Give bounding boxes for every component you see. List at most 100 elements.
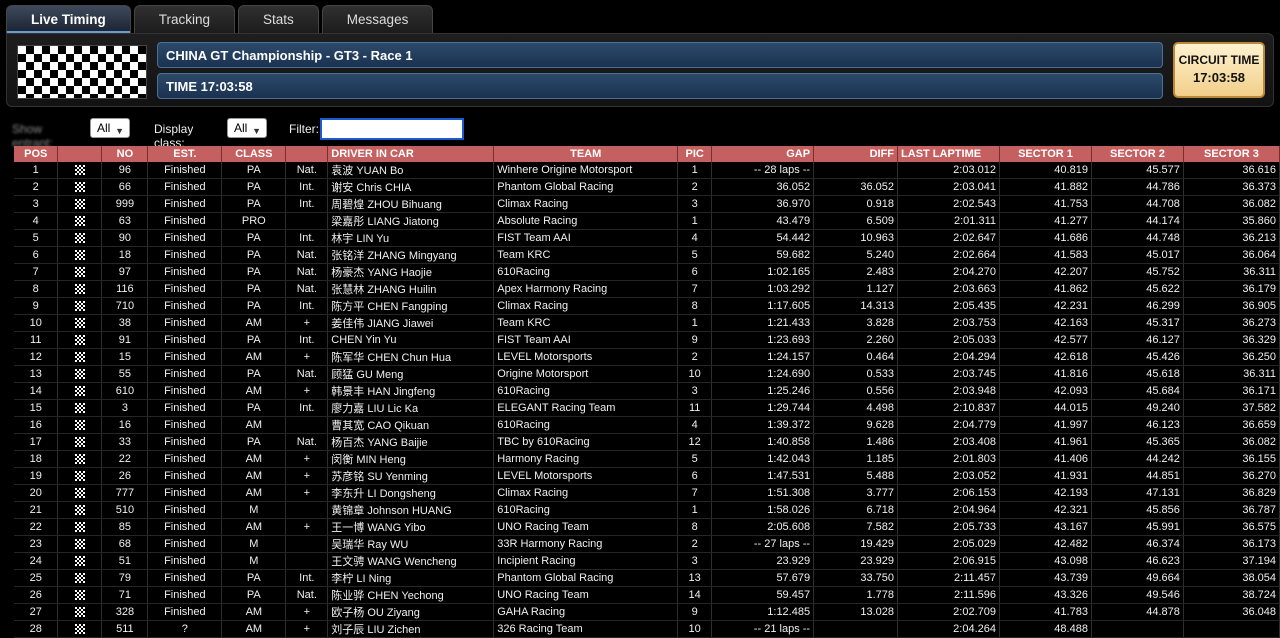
table-row[interactable]: 5 90 Finished PA Int. 林宇 LIN Yu FIST Team AAI 4… xyxy=(14,229,1280,247)
table-row[interactable]: 7 97 Finished PA Nat. 杨豪杰 YANG Haojie 610Racin… xyxy=(14,263,1280,281)
table-row[interactable]: 22 85 Finished AM + 王一博 WANG Yibo UNO Racing T… xyxy=(14,518,1280,536)
pic-cell: 14 xyxy=(677,586,713,604)
table-row[interactable]: 3 999 Finished PA Int. 周碧煌 ZHOU Bihuang Climax… xyxy=(14,195,1280,213)
car-number-cell: 97 xyxy=(101,263,149,281)
last-laptime-cell: 2:05.029 xyxy=(897,535,1000,553)
sector3-cell: 36.213 xyxy=(1183,229,1280,247)
table-row[interactable]: 11 91 Finished PA Int. CHEN Yin Yu FIST Team A… xyxy=(14,331,1280,349)
position-cell: 22 xyxy=(14,518,59,536)
column-header[interactable]: DRIVER IN CAR xyxy=(327,146,495,162)
filter-input[interactable] xyxy=(320,118,464,140)
tab-tracking[interactable]: Tracking xyxy=(133,5,236,33)
pic-cell: 2 xyxy=(677,535,713,553)
column-header[interactable]: TEAM xyxy=(493,146,679,162)
status-cell: Finished xyxy=(147,535,223,553)
table-row[interactable]: 4 63 Finished PRO 梁嘉彤 LIANG Jiatong Absolute … xyxy=(14,212,1280,230)
table-row[interactable]: 19 26 Finished AM + 苏彦铭 SU Yenming LEVEL Motor… xyxy=(14,467,1280,485)
position-cell: 27 xyxy=(14,603,59,621)
table-row[interactable]: 26 71 Finished PA Nat. 陈业骅 CHEN Yechong UNO Ra… xyxy=(14,586,1280,604)
circuit-time-label: CIRCUIT TIME xyxy=(1178,53,1260,67)
sector2-cell: 49.664 xyxy=(1091,569,1184,587)
car-number-cell: 116 xyxy=(101,280,149,298)
sector2-cell: 44.786 xyxy=(1091,178,1184,196)
display-class-select[interactable]: All ▼ xyxy=(227,118,267,138)
tab-live-timing[interactable]: Live Timing xyxy=(6,5,131,33)
last-laptime-cell: 2:01.803 xyxy=(897,450,1000,468)
driver-cell: 周碧煌 ZHOU Bihuang xyxy=(327,195,495,213)
position-cell: 14 xyxy=(14,382,59,400)
nationality-cell: Nat. xyxy=(285,586,329,604)
last-laptime-cell: 2:10.837 xyxy=(897,399,1000,417)
session-title: CHINA GT Championship - GT3 - Race 1 xyxy=(157,42,1163,68)
table-row[interactable]: 20 777 Finished AM + 李东升 LI Dongsheng Climax R… xyxy=(14,484,1280,502)
diff-cell: 33.750 xyxy=(813,569,899,587)
sector1-cell: 42.193 xyxy=(999,484,1092,502)
table-row[interactable]: 14 610 Finished AM + 韩景丰 HAN Jingfeng 610Racin… xyxy=(14,382,1280,400)
driver-cell: CHEN Yin Yu xyxy=(327,331,495,349)
table-row[interactable]: 18 22 Finished AM + 闵衡 MIN Heng Harmony Racing… xyxy=(14,450,1280,468)
last-laptime-cell: 2:04.964 xyxy=(897,501,1000,519)
car-number-cell: 511 xyxy=(101,620,149,638)
column-header[interactable]: DIFF xyxy=(813,146,899,162)
table-row[interactable]: 10 38 Finished AM + 姜佳伟 JIANG Jiawei Team KRC 1… xyxy=(14,314,1280,332)
sector1-cell: 44.015 xyxy=(999,399,1092,417)
table-row[interactable]: 25 79 Finished PA Int. 李柠 LI Ning Phantom Glob… xyxy=(14,569,1280,587)
gap-cell: 1:39.372 xyxy=(711,416,815,434)
nationality-cell: Int. xyxy=(285,399,329,417)
table-row[interactable]: 15 3 Finished PA Int. 廖力嘉 LIU Lic Ka ELEGANT R… xyxy=(14,399,1280,417)
column-header[interactable]: EST. xyxy=(147,146,223,162)
column-header[interactable] xyxy=(57,146,103,162)
column-header[interactable]: NO xyxy=(101,146,149,162)
table-row[interactable]: 8 116 Finished PA Nat. 张慧林 ZHANG Huilin Apex H… xyxy=(14,280,1280,298)
table-row[interactable]: 16 16 Finished AM 曹其宽 CAO Qikuan 610Racing 4 1:… xyxy=(14,416,1280,434)
column-header[interactable] xyxy=(285,146,329,162)
diff-cell: 6.718 xyxy=(813,501,899,519)
column-header[interactable]: CLASS xyxy=(221,146,287,162)
gap-cell: 1:24.690 xyxy=(711,365,815,383)
status-cell: Finished xyxy=(147,450,223,468)
sector3-cell xyxy=(1183,620,1280,638)
class-cell: PA xyxy=(221,229,287,247)
table-row[interactable]: 6 18 Finished PA Nat. 张铭洋 ZHANG Mingyang Team … xyxy=(14,246,1280,264)
column-header[interactable]: GAP xyxy=(711,146,815,162)
pic-cell: 8 xyxy=(677,518,713,536)
table-row[interactable]: 24 51 Finished M 王文骋 WANG Wencheng Incipient … xyxy=(14,552,1280,570)
status-cell: Finished xyxy=(147,297,223,315)
last-laptime-cell: 2:04.270 xyxy=(897,263,1000,281)
driver-cell: 张铭洋 ZHANG Mingyang xyxy=(327,246,495,264)
table-row[interactable]: 1 96 Finished PA Nat. 袁波 YUAN Bo Winhere Origi… xyxy=(14,162,1280,179)
table-row[interactable]: 28 511? AM + 刘子辰 LIU Zichen 326 Racing Team 10… xyxy=(14,620,1280,638)
tab-stats[interactable]: Stats xyxy=(238,5,319,33)
table-row[interactable]: 21 510 Finished M 黄锦章 Johnson HUANG 610Racing… xyxy=(14,501,1280,519)
position-cell: 19 xyxy=(14,467,59,485)
column-header[interactable]: SECTOR 3 xyxy=(1183,146,1280,162)
column-header[interactable]: SECTOR 1 xyxy=(999,146,1092,162)
table-row[interactable]: 12 15 Finished AM + 陈军华 CHEN Chun Hua LEVEL Mo… xyxy=(14,348,1280,366)
sector1-cell: 43.739 xyxy=(999,569,1092,587)
table-row[interactable]: 2 66 Finished PA Int. 谢安 Chris CHIA Phantom Gl… xyxy=(14,178,1280,196)
class-cell: PA xyxy=(221,280,287,298)
sector2-cell: 46.623 xyxy=(1091,552,1184,570)
column-header[interactable]: SECTOR 2 xyxy=(1091,146,1184,162)
column-header[interactable]: LAST LAPTIME xyxy=(897,146,1000,162)
pic-cell: 1 xyxy=(677,162,713,179)
table-row[interactable]: 17 33 Finished PA Nat. 杨百杰 YANG Baijie TBC by … xyxy=(14,433,1280,451)
status-cell: Finished xyxy=(147,501,223,519)
team-cell: 33R Harmony Racing xyxy=(493,535,679,553)
pic-cell: 11 xyxy=(677,399,713,417)
pic-cell: 1 xyxy=(677,314,713,332)
column-header[interactable]: POS xyxy=(14,146,59,162)
table-row[interactable]: 27 328 Finished AM + 欧子杨 OU Ziyang GAHA Racing… xyxy=(14,603,1280,621)
pic-cell: 4 xyxy=(677,416,713,434)
table-row[interactable]: 13 55 Finished PA Nat. 顾猛 GU Meng Origine Moto… xyxy=(14,365,1280,383)
show-entrant-select[interactable]: All ▼ xyxy=(90,118,130,138)
nationality-cell: Int. xyxy=(285,297,329,315)
position-cell: 7 xyxy=(14,263,59,281)
tab-messages[interactable]: Messages xyxy=(321,5,434,33)
table-row[interactable]: 23 68 Finished M 吴瑞华 Ray WU 33R Harmony Racin… xyxy=(14,535,1280,553)
car-number-cell: 51 xyxy=(101,552,149,570)
flag-cell xyxy=(57,416,103,434)
table-row[interactable]: 9 710 Finished PA Int. 陈方平 CHEN Fangping Clima… xyxy=(14,297,1280,315)
car-number-cell: 90 xyxy=(101,229,149,247)
column-header[interactable]: PIC xyxy=(677,146,713,162)
